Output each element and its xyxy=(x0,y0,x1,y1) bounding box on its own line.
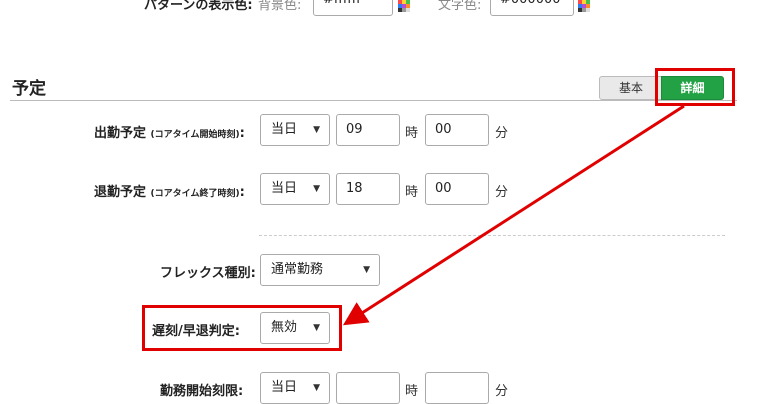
annotation-arrow xyxy=(342,104,685,326)
